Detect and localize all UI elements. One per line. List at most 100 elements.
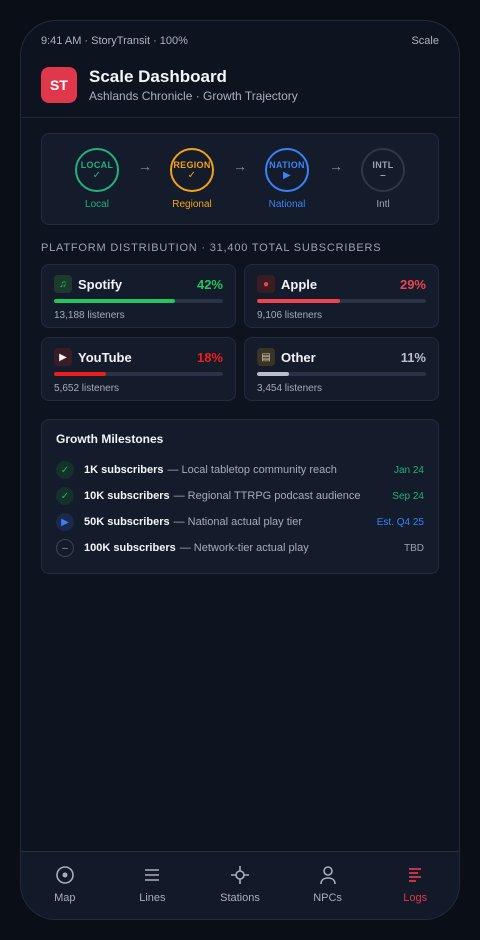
radio-icon: ▤	[257, 348, 275, 366]
platform-listeners: 3,454 listeners	[257, 383, 323, 394]
platform-percent: 18%	[196, 349, 223, 365]
play-icon: ▶	[54, 348, 72, 366]
stage-intl-code: INTL	[372, 159, 394, 170]
platform-name: Other	[281, 349, 316, 365]
platform-share-fill	[257, 372, 289, 376]
status-right: Scale	[411, 35, 439, 47]
platform-card-other[interactable]: ▤ Other 11% 3,454 listeners	[244, 337, 439, 401]
header: ST Scale Dashboard Ashlands Chronicle · …	[41, 65, 439, 105]
arrow-right-icon: →	[233, 158, 247, 174]
play-icon: ▶	[56, 513, 74, 531]
nav-item-npcs[interactable]: NPCs	[284, 852, 372, 919]
arrow-right-icon: →	[329, 158, 343, 174]
milestone-row[interactable]: ✓ 10K subscribers — Regional TTRPG podca…	[56, 483, 424, 509]
arrow-right-icon: →	[138, 158, 152, 174]
milestone-description: — Network-tier actual play	[179, 542, 309, 554]
platform-name: YouTube	[78, 349, 132, 365]
play-icon: ▶	[283, 169, 291, 181]
milestone-row[interactable]: – 100K subscribers — Network-tier actual…	[56, 535, 424, 561]
nav-item-lines[interactable]: Lines	[109, 852, 197, 919]
platform-share-bar	[257, 372, 426, 376]
nav-item-logs[interactable]: Logs	[371, 852, 459, 919]
stage-regional-label: Regional	[172, 199, 212, 210]
stage-intl[interactable]: INTL – Intl	[353, 148, 413, 210]
milestone-row[interactable]: ✓ 1K subscribers — Local tabletop commun…	[56, 457, 424, 483]
nav-label: Map	[54, 892, 76, 904]
nav-item-stations[interactable]: Stations	[196, 852, 284, 919]
milestone-target: 1K subscribers	[84, 464, 164, 476]
milestone-target: 50K subscribers	[84, 516, 170, 528]
music-note-icon: ♫	[54, 275, 72, 293]
platform-card-spotify[interactable]: ♫ Spotify 42% 13,188 listeners	[41, 264, 236, 328]
page-title: Scale Dashboard	[89, 67, 227, 86]
header-divider	[21, 117, 459, 118]
menu-lines-icon	[109, 864, 197, 886]
platform-card-youtube[interactable]: ▶ YouTube 18% 5,652 listeners	[41, 337, 236, 401]
platform-share-fill	[257, 299, 341, 303]
platform-percent: 29%	[399, 276, 426, 292]
platform-share-bar	[257, 299, 426, 303]
growth-stage-tracker: LOCAL ✓ Local → REGION ✓ Regional → NATI…	[41, 133, 439, 225]
platform-share-bar	[54, 372, 223, 376]
milestone-target: 100K subscribers	[84, 542, 176, 554]
platform-section-label: PLATFORM DISTRIBUTION · 31,400 TOTAL SUB…	[41, 242, 382, 254]
milestone-description: — National actual play tier	[173, 516, 303, 528]
stage-local-code: LOCAL	[80, 159, 114, 170]
stage-national-label: National	[268, 199, 306, 210]
milestone-date: Sep 24	[392, 490, 424, 502]
stage-intl-label: Intl	[376, 199, 390, 210]
platform-share-fill	[54, 299, 175, 303]
platform-name: Apple	[281, 276, 318, 292]
platform-name: Spotify	[78, 276, 123, 292]
milestone-date: TBD	[404, 542, 424, 554]
nav-label: Lines	[139, 892, 166, 904]
milestone-date: Est. Q4 25	[376, 516, 424, 528]
platform-percent: 11%	[400, 349, 426, 365]
check-icon: ✓	[56, 487, 74, 505]
nav-label: Stations	[220, 892, 260, 904]
logs-icon	[371, 864, 459, 886]
stage-local-badge: LOCAL ✓	[75, 148, 119, 192]
phone-frame: 9:41 AM · StoryTransit · 100% Scale ST S…	[20, 20, 460, 920]
milestone-description: — Regional TTRPG podcast audience	[173, 490, 361, 502]
stage-regional-badge: REGION ✓	[170, 148, 214, 192]
stage-intl-badge: INTL –	[361, 148, 405, 192]
stage-local[interactable]: LOCAL ✓ Local	[67, 148, 127, 210]
nav-label: Logs	[403, 892, 428, 904]
dash-icon: –	[380, 169, 386, 181]
milestone-description: — Local tabletop community reach	[167, 464, 337, 476]
stage-national[interactable]: NATION ▶ National	[257, 148, 317, 210]
platform-card-apple[interactable]: ● Apple 29% 9,106 listeners	[244, 264, 439, 328]
check-icon: ✓	[92, 169, 102, 181]
growth-milestones-panel: Growth Milestones ✓ 1K subscribers — Loc…	[41, 419, 439, 574]
check-icon: ✓	[187, 169, 197, 181]
crosshair-icon	[196, 864, 284, 886]
nav-item-map[interactable]: Map	[21, 852, 109, 919]
platform-share-fill	[54, 372, 106, 376]
stage-national-code: NATION	[269, 159, 305, 170]
platform-listeners: 13,188 listeners	[54, 310, 125, 321]
milestones-title: Growth Milestones	[56, 432, 164, 446]
person-icon	[284, 864, 372, 886]
app-logo: ST	[41, 67, 77, 103]
milestone-target: 10K subscribers	[84, 490, 170, 502]
status-bar: 9:41 AM · StoryTransit · 100% Scale	[21, 21, 459, 61]
nav-label: NPCs	[313, 892, 342, 904]
milestone-date: Jan 24	[393, 464, 424, 476]
stage-regional-code: REGION	[173, 159, 211, 170]
dash-icon: –	[56, 539, 74, 557]
platform-percent: 42%	[196, 276, 223, 292]
platform-listeners: 5,652 listeners	[54, 383, 120, 394]
platform-listeners: 9,106 listeners	[257, 310, 323, 321]
target-icon	[21, 864, 109, 886]
stage-national-badge: NATION ▶	[265, 148, 309, 192]
check-icon: ✓	[56, 461, 74, 479]
apple-icon: ●	[257, 275, 275, 293]
status-left: 9:41 AM · StoryTransit · 100%	[41, 35, 188, 47]
stage-regional[interactable]: REGION ✓ Regional	[162, 148, 222, 210]
page-subtitle: Ashlands Chronicle · Growth Trajectory	[89, 89, 298, 103]
bottom-nav: Map Lines Stations NPCs Logs	[21, 851, 459, 919]
platform-share-bar	[54, 299, 223, 303]
stage-local-label: Local	[85, 199, 109, 210]
milestone-row[interactable]: ▶ 50K subscribers — National actual play…	[56, 509, 424, 535]
